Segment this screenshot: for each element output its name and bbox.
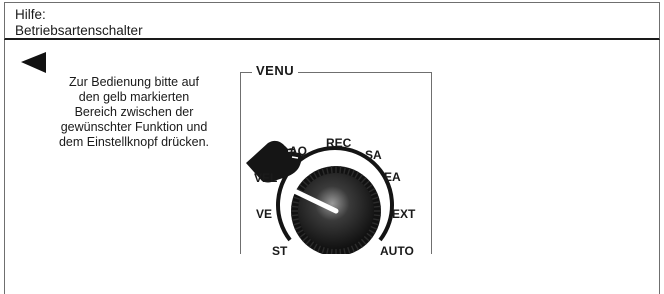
mode-aq[interactable]: AQ [289,144,307,158]
back-button[interactable] [15,48,49,78]
knob-serration [291,214,299,217]
knob-serration [330,166,333,174]
knob-serration [373,205,381,208]
page-title: Betriebsartenschalter [15,23,143,38]
instruction-line: gewünschter Funktion und [60,120,208,134]
header-bar: Hilfe: Betriebsartenschalter [4,2,660,40]
instruction-line: Zur Bedienung bitte auf [69,75,199,89]
triangle-left-icon [21,52,46,73]
instruction-line: den gelb markierten [78,90,190,104]
instruction-text: Zur Bedienung bitte auf den gelb markier… [36,75,232,150]
mode-vel[interactable]: VEL [254,171,277,185]
mode-ea[interactable]: EA [384,170,401,184]
mode-ext[interactable]: EXT [392,207,415,221]
instruction-line: Bereich zwischen der [74,105,194,119]
knob-serration [291,205,299,208]
help-label: Hilfe: [15,7,46,22]
knob-serration [330,248,333,254]
help-screen: Hilfe: Betriebsartenschalter Zur Bedienu… [0,0,664,294]
rotary-knob-icon [283,166,381,254]
selector-title: VENU [252,63,299,79]
mode-auto[interactable]: AUTO [380,244,414,258]
knob-serration [339,248,342,254]
knob-serration [373,214,381,217]
mode-ve[interactable]: VE [256,207,272,221]
mode-st[interactable]: ST [272,244,287,258]
knob-serration [339,166,342,174]
mode-sa[interactable]: SA [365,148,382,162]
mode-selector-dial[interactable] [240,85,432,254]
mode-rec[interactable]: REC [326,136,351,150]
instruction-line: dem Einstellknopf drücken. [58,135,210,149]
